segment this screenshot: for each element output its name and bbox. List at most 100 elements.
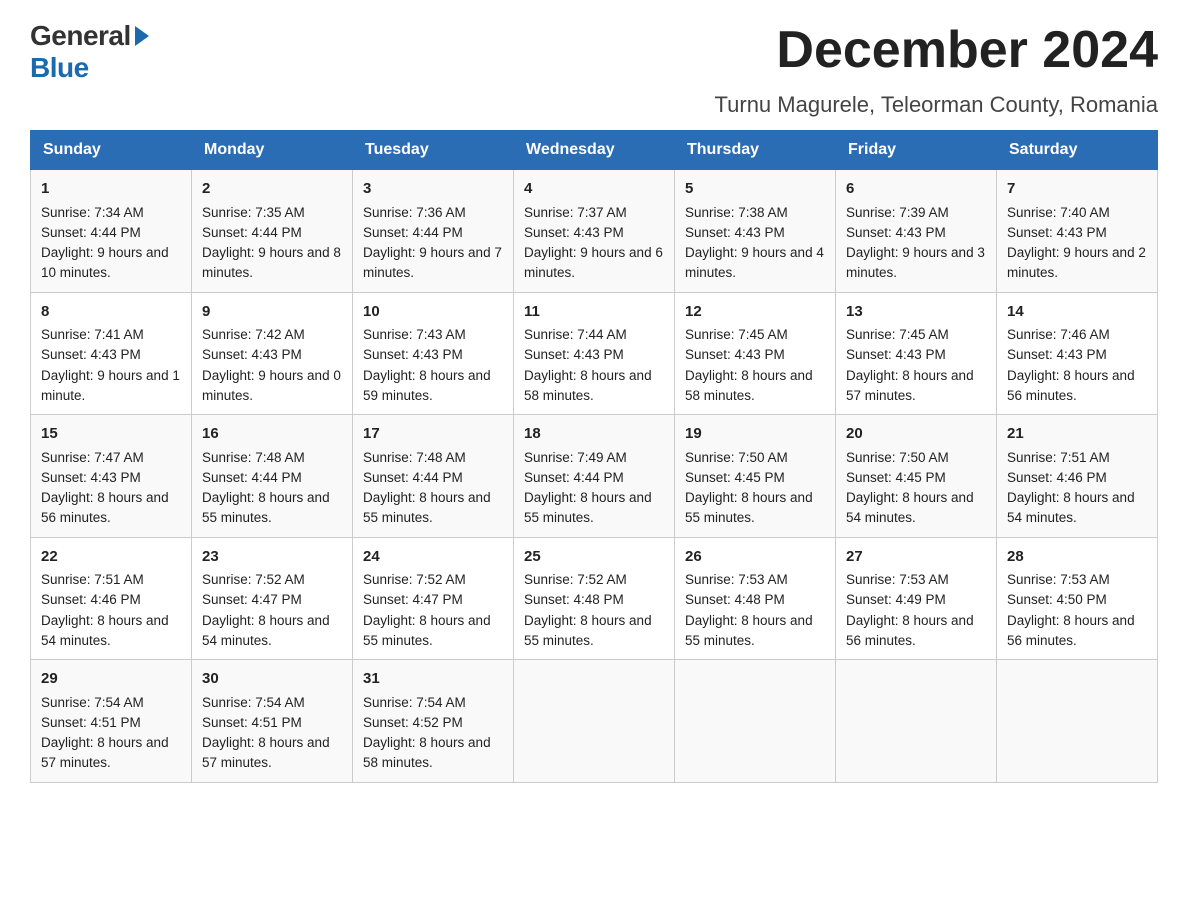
calendar-week-row: 29 Sunrise: 7:54 AM Sunset: 4:51 PM Dayligh… [31,660,1158,783]
sunset-info: Sunset: 4:43 PM [1007,347,1107,362]
day-number: 12 [685,301,825,324]
calendar-cell: 18Sunrise: 7:49 AMSunset: 4:44 PMDayligh… [514,415,675,538]
daylight-info: Daylight: 9 hours and 1 minute. [41,368,180,403]
sunrise-info: Sunrise: 7:40 AM [1007,205,1110,220]
calendar-cell: 12Sunrise: 7:45 AMSunset: 4:43 PMDayligh… [675,292,836,415]
day-number: 28 [1007,546,1147,569]
daylight-info: Daylight: 8 hours and 55 minutes. [685,490,813,525]
sunset-info: Sunset: 4:48 PM [685,592,785,607]
sunset-info: Sunset: 4:44 PM [41,225,141,240]
calendar-cell: 26Sunrise: 7:53 AMSunset: 4:48 PMDayligh… [675,537,836,660]
logo-general-text: General [30,20,131,52]
sunset-info: Sunset: 4:43 PM [41,470,141,485]
sunset-info: Sunset: 4:43 PM [363,347,463,362]
sunrise-info: Sunrise: 7:54 AM [41,695,144,710]
sunrise-info: Sunrise: 7:50 AM [846,450,949,465]
calendar-cell: 30Sunrise: 7:54 AMSunset: 4:51 PMDayligh… [192,660,353,783]
calendar-cell: 19Sunrise: 7:50 AMSunset: 4:45 PMDayligh… [675,415,836,538]
day-number: 6 [846,178,986,201]
day-number: 14 [1007,301,1147,324]
sunset-info: Sunset: 4:52 PM [363,715,463,730]
sunrise-info: Sunrise: 7:37 AM [524,205,627,220]
sunset-info: Sunset: 4:47 PM [202,592,302,607]
sunset-info: Sunset: 4:43 PM [202,347,302,362]
daylight-info: Daylight: 8 hours and 58 minutes. [363,735,491,770]
day-number: 21 [1007,423,1147,446]
day-number: 17 [363,423,503,446]
daylight-info: Daylight: 8 hours and 58 minutes. [685,368,813,403]
day-number: 8 [41,301,181,324]
logo-blue-text: Blue [30,52,89,83]
calendar-cell: 14Sunrise: 7:46 AMSunset: 4:43 PMDayligh… [997,292,1158,415]
sunrise-info: Sunrise: 7:36 AM [363,205,466,220]
calendar-cell: 20Sunrise: 7:50 AMSunset: 4:45 PMDayligh… [836,415,997,538]
calendar-cell: 4Sunrise: 7:37 AMSunset: 4:43 PMDaylight… [514,170,675,293]
day-number: 16 [202,423,342,446]
calendar-week-row: 15Sunrise: 7:47 AMSunset: 4:43 PMDayligh… [31,415,1158,538]
daylight-info: Daylight: 8 hours and 55 minutes. [202,490,330,525]
day-number: 3 [363,178,503,201]
sunrise-info: Sunrise: 7:51 AM [1007,450,1110,465]
sunrise-info: Sunrise: 7:52 AM [363,572,466,587]
sunset-info: Sunset: 4:45 PM [685,470,785,485]
calendar-header-row: SundayMondayTuesdayWednesdayThursdayFrid… [31,131,1158,170]
sunset-info: Sunset: 4:47 PM [363,592,463,607]
sunset-info: Sunset: 4:44 PM [202,470,302,485]
sunrise-info: Sunrise: 7:35 AM [202,205,305,220]
logo: General Blue [30,20,149,84]
sunset-info: Sunset: 4:43 PM [685,347,785,362]
calendar-cell [675,660,836,783]
sunset-info: Sunset: 4:46 PM [1007,470,1107,485]
calendar-cell: 16 Sunrise: 7:48 AM Sunset: 4:44 PM Dayligh… [192,415,353,538]
day-number: 27 [846,546,986,569]
calendar-cell: 13Sunrise: 7:45 AMSunset: 4:43 PMDayligh… [836,292,997,415]
day-number: 29 [41,668,181,691]
calendar-cell: 1Sunrise: 7:34 AMSunset: 4:44 PMDaylight… [31,170,192,293]
daylight-info: Daylight: 8 hours and 57 minutes. [846,368,974,403]
daylight-info: Daylight: 9 hours and 10 minutes. [41,245,169,280]
sunset-info: Sunset: 4:44 PM [202,225,302,240]
daylight-info: Daylight: 8 hours and 57 minutes. [202,735,330,770]
sunrise-info: Sunrise: 7:51 AM [41,572,144,587]
sunrise-info: Sunrise: 7:48 AM [363,450,466,465]
daylight-info: Daylight: 8 hours and 54 minutes. [846,490,974,525]
sunrise-info: Sunrise: 7:47 AM [41,450,144,465]
day-number: 25 [524,546,664,569]
column-header-wednesday: Wednesday [514,131,675,170]
sunrise-info: Sunrise: 7:48 AM [202,450,305,465]
sunset-info: Sunset: 4:44 PM [363,225,463,240]
daylight-info: Daylight: 9 hours and 0 minutes. [202,368,341,403]
sunset-info: Sunset: 4:51 PM [202,715,302,730]
day-number: 11 [524,301,664,324]
sunset-info: Sunset: 4:43 PM [685,225,785,240]
month-title: December 2024 [776,20,1158,80]
daylight-info: Daylight: 8 hours and 54 minutes. [1007,490,1135,525]
daylight-info: Daylight: 8 hours and 56 minutes. [41,490,169,525]
daylight-info: Daylight: 9 hours and 4 minutes. [685,245,824,280]
daylight-info: Daylight: 9 hours and 6 minutes. [524,245,663,280]
calendar-cell: 10Sunrise: 7:43 AMSunset: 4:43 PMDayligh… [353,292,514,415]
sunset-info: Sunset: 4:43 PM [41,347,141,362]
sunrise-info: Sunrise: 7:42 AM [202,327,305,342]
day-number: 9 [202,301,342,324]
sunset-info: Sunset: 4:45 PM [846,470,946,485]
logo-arrow-icon [135,26,149,46]
daylight-info: Daylight: 8 hours and 55 minutes. [363,613,491,648]
sunset-info: Sunset: 4:44 PM [524,470,624,485]
day-number: 7 [1007,178,1147,201]
daylight-info: Daylight: 9 hours and 3 minutes. [846,245,985,280]
sunrise-info: Sunrise: 7:49 AM [524,450,627,465]
daylight-info: Daylight: 9 hours and 7 minutes. [363,245,502,280]
calendar-cell: 15Sunrise: 7:47 AMSunset: 4:43 PMDayligh… [31,415,192,538]
location-title: Turnu Magurele, Teleorman County, Romani… [30,92,1158,118]
daylight-info: Daylight: 8 hours and 55 minutes. [524,613,652,648]
sunrise-info: Sunrise: 7:41 AM [41,327,144,342]
calendar-cell: 3 Sunrise: 7:36 AM Sunset: 4:44 PM Daylight… [353,170,514,293]
sunrise-info: Sunrise: 7:34 AM [41,205,144,220]
sunset-info: Sunset: 4:43 PM [846,225,946,240]
calendar-cell: 25Sunrise: 7:52 AMSunset: 4:48 PMDayligh… [514,537,675,660]
day-number: 10 [363,301,503,324]
sunrise-info: Sunrise: 7:45 AM [846,327,949,342]
day-number: 22 [41,546,181,569]
calendar-cell: 11Sunrise: 7:44 AMSunset: 4:43 PMDayligh… [514,292,675,415]
